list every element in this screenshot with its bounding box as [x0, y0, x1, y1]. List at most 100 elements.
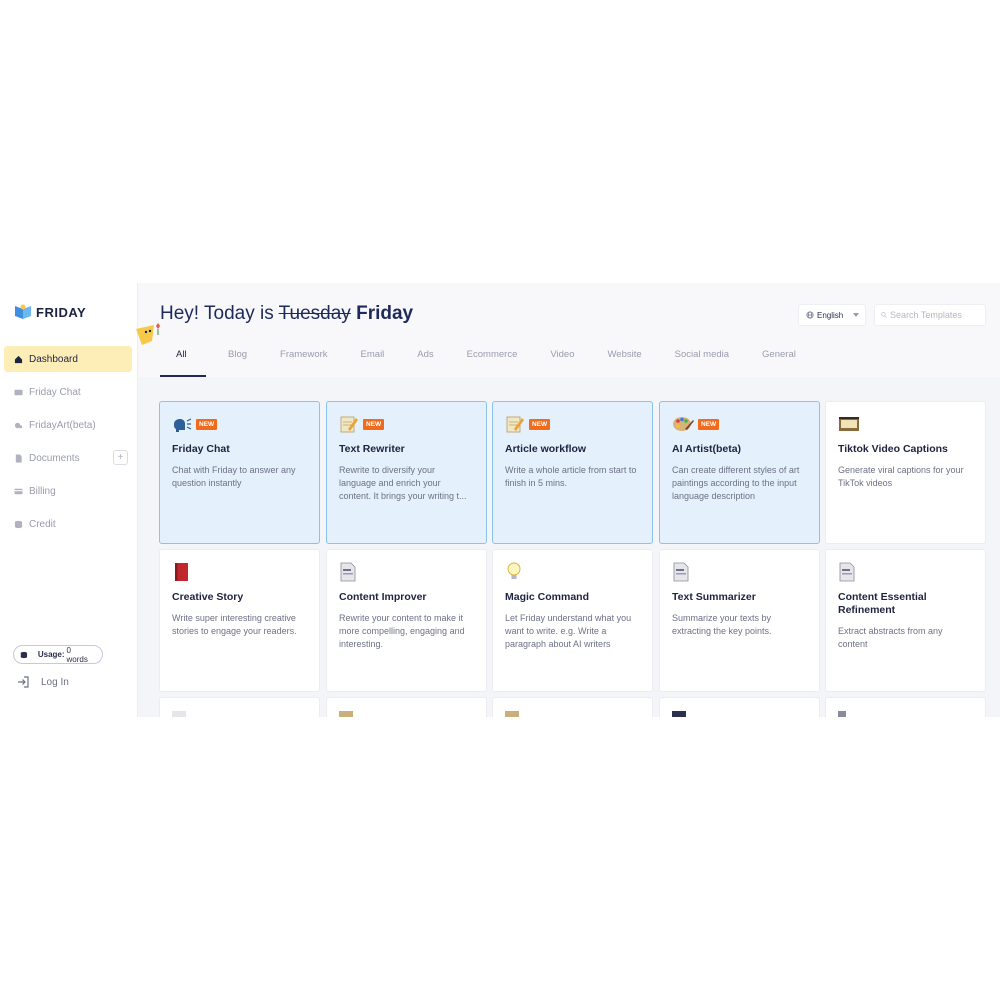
notepad-icon — [506, 416, 524, 433]
sidebar-item-credit[interactable]: Credit — [4, 511, 132, 537]
book-icon — [175, 563, 188, 581]
sidebar-item-fridayart[interactable]: FridayArt(beta) — [4, 412, 132, 438]
home-icon — [14, 355, 23, 363]
search-input[interactable] — [890, 310, 985, 320]
logo[interactable]: FRIDAY — [14, 303, 86, 321]
page-icon — [839, 562, 855, 582]
chat-icon — [14, 389, 23, 395]
template-card-article-workflow[interactable]: NEW Article workflow Write a whole artic… — [492, 401, 653, 544]
search-box — [874, 304, 986, 326]
card-description: Extract abstracts from any content — [838, 626, 943, 649]
tab-website[interactable]: Website — [608, 347, 642, 377]
card-title: Text Rewriter — [339, 443, 405, 455]
notepad-icon — [339, 711, 353, 717]
page-icon — [340, 562, 356, 582]
template-card-content-improver[interactable]: Content Improver Rewrite your content to… — [326, 549, 487, 692]
card-title: Tiktok Video Captions — [838, 443, 948, 455]
tab-social-media[interactable]: Social media — [675, 347, 729, 377]
page-icon — [172, 711, 186, 717]
card-description: Generate viral captions for your TikTok … — [838, 465, 964, 488]
template-card-partial[interactable] — [326, 697, 487, 717]
sidebar-item-label: Credit — [29, 518, 56, 530]
card-description: Rewrite to diversify your language and e… — [339, 465, 467, 501]
page-title: Hey! Today is Tuesday Friday — [160, 303, 413, 325]
film-icon — [839, 417, 859, 431]
tab-framework[interactable]: Framework — [280, 347, 328, 377]
card-title: Magic Command — [505, 591, 590, 603]
sidebar-item-documents[interactable]: Documents + — [4, 445, 132, 471]
template-card-text-summarizer[interactable]: Text Summarizer Summarize your texts by … — [659, 549, 820, 692]
login-button[interactable]: Log In — [16, 675, 69, 689]
tab-all[interactable]: All — [160, 347, 206, 377]
card-description: Let Friday understand what you want to w… — [505, 613, 632, 649]
template-card-text-rewriter[interactable]: NEW Text Rewriter Rewrite to diversify y… — [326, 401, 487, 544]
category-tabs: All Blog Framework Email Ads Ecommerce V… — [160, 347, 796, 377]
card-title: Text Summarizer — [672, 591, 756, 603]
palette-icon — [673, 417, 694, 431]
chevron-down-icon — [853, 313, 859, 317]
language-value: English — [817, 310, 844, 320]
add-document-button[interactable]: + — [113, 450, 128, 465]
card-description: Summarize your texts by extracting the k… — [672, 613, 772, 636]
template-card-tiktok-video-captions[interactable]: Tiktok Video Captions Generate viral cap… — [825, 401, 986, 544]
card-description: Can create different styles of art paint… — [672, 465, 800, 501]
speech-head-icon — [174, 418, 192, 432]
template-card-magic-command[interactable]: Magic Command Let Friday understand what… — [492, 549, 653, 692]
new-badge: NEW — [529, 418, 551, 430]
usage-value: 0 words — [66, 645, 88, 664]
login-label: Log In — [41, 676, 69, 688]
new-badge: NEW — [698, 418, 720, 430]
brush-icon — [14, 422, 23, 428]
tab-general[interactable]: General — [762, 347, 796, 377]
globe-icon — [806, 311, 814, 319]
template-card-friday-chat[interactable]: NEW Friday Chat Chat with Friday to answ… — [159, 401, 320, 544]
sidebar-item-label: Documents — [29, 452, 80, 464]
card-description: Chat with Friday to answer any question … — [172, 465, 296, 488]
tab-video[interactable]: Video — [550, 347, 574, 377]
sidebar-item-label: FridayArt(beta) — [29, 419, 96, 431]
card-description: Write super interesting creative stories… — [172, 613, 297, 636]
greeting-prefix: Hey! Today is — [160, 303, 274, 324]
usage-label: Usage: — [37, 650, 65, 659]
topbar: Hey! Today is Tuesday Friday English Sea… — [136, 283, 1000, 377]
template-card-creative-story[interactable]: Creative Story Write super interesting c… — [159, 549, 320, 692]
app-name: FRIDAY — [36, 304, 87, 320]
language-select[interactable]: English — [798, 304, 866, 326]
card-title: Creative Story — [172, 591, 244, 603]
sidebar-item-label: Friday Chat — [29, 386, 81, 398]
card-description: Rewrite your content to make it more com… — [339, 613, 465, 649]
struck-day: Tuesday — [278, 303, 351, 324]
card-icon — [14, 488, 23, 494]
tab-ecommerce[interactable]: Ecommerce — [467, 347, 518, 377]
sidebar-item-label: Billing — [29, 485, 56, 497]
document-icon — [15, 453, 22, 463]
template-card-partial[interactable] — [492, 697, 653, 717]
sidebar-item-billing[interactable]: Billing — [4, 478, 132, 504]
new-badge: NEW — [363, 418, 385, 430]
sidebar-item-friday-chat[interactable]: Friday Chat — [4, 379, 132, 405]
template-card-content-essential-refinement[interactable]: Content Essential Refinement Extract abs… — [825, 549, 986, 692]
app-window: FRIDAY Dashboard Friday Chat FridayArt(b… — [0, 283, 1000, 717]
template-card-partial[interactable] — [659, 697, 820, 717]
card-title: AI Artist(beta) — [672, 443, 742, 455]
tab-blog[interactable]: Blog — [228, 347, 247, 377]
sidebar-item-label: Dashboard — [29, 353, 78, 365]
current-day: Friday — [356, 303, 414, 324]
tab-email[interactable]: Email — [361, 347, 385, 377]
template-card-partial[interactable] — [159, 697, 320, 717]
tab-ads[interactable]: Ads — [417, 347, 433, 377]
login-icon — [18, 676, 29, 688]
database-icon — [14, 520, 23, 528]
usage-pill[interactable]: Usage: 0 words — [13, 645, 103, 664]
phone-icon — [838, 711, 846, 717]
database-icon — [20, 651, 28, 658]
template-card-partial[interactable] — [825, 697, 986, 717]
card-description: Write a whole article from start to fini… — [505, 465, 637, 488]
main-content: Hey! Today is Tuesday Friday English Sea… — [136, 283, 1000, 717]
mascot-icon — [136, 323, 160, 345]
template-card-ai-artist[interactable]: NEW AI Artist(beta) Can create different… — [659, 401, 820, 544]
sidebar-nav: Dashboard Friday Chat FridayArt(beta) Do… — [4, 346, 132, 544]
card-title: Content Essential Refinement — [838, 591, 927, 616]
friday-logo-icon — [15, 304, 31, 319]
sidebar-item-dashboard[interactable]: Dashboard — [4, 346, 132, 372]
